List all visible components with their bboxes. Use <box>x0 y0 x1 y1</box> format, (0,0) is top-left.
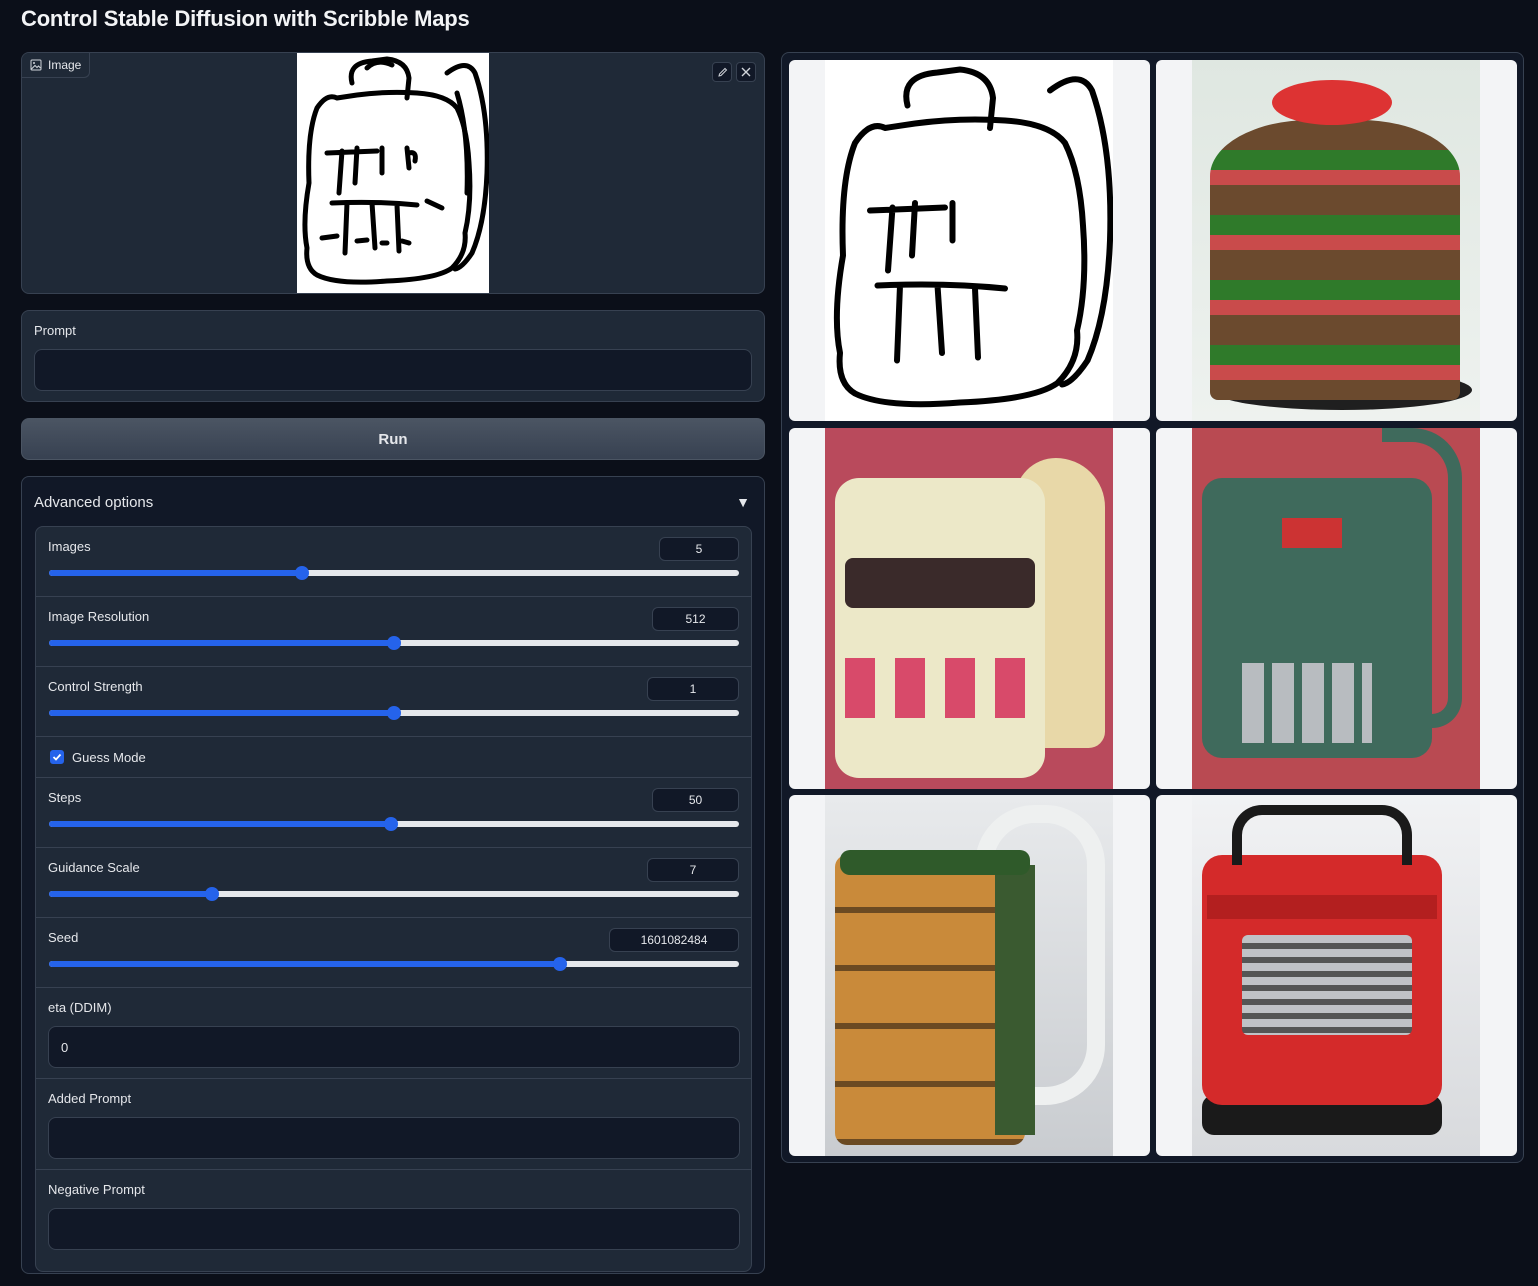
resolution-slider-fill <box>49 640 394 646</box>
scribble-drawing <box>302 56 490 285</box>
resolution-label: Image Resolution <box>48 609 150 624</box>
edit-image-button[interactable] <box>712 62 732 82</box>
strength-label: Control Strength <box>48 679 143 694</box>
seed-slider[interactable] <box>49 957 739 971</box>
eta-row: eta (DDIM) <box>36 988 751 1079</box>
x-icon <box>741 67 751 77</box>
steps-slider[interactable] <box>49 817 739 831</box>
advanced-options-header[interactable]: Advanced options ▼ <box>34 491 750 513</box>
resolution-slider-thumb[interactable] <box>387 636 401 650</box>
image-icon <box>30 59 42 71</box>
scribble-image[interactable] <box>297 53 490 293</box>
guidance-number-input[interactable]: 7 <box>647 858 739 882</box>
gallery-item[interactable] <box>789 795 1150 1156</box>
eta-input[interactable] <box>48 1026 740 1068</box>
seed-slider-thumb[interactable] <box>553 957 568 971</box>
resolution-slider[interactable] <box>49 636 739 650</box>
gallery-image-red-truck <box>1192 795 1480 1156</box>
page-title: Control Stable Diffusion with Scribble M… <box>21 6 470 31</box>
steps-number-input[interactable]: 50 <box>652 788 739 812</box>
strength-slider-fill <box>49 710 394 716</box>
seed-slider-fill <box>49 961 561 967</box>
gallery-item[interactable] <box>789 428 1150 789</box>
clear-image-button[interactable] <box>736 62 756 82</box>
gallery-item[interactable] <box>1156 60 1517 421</box>
strength-row: Control Strength 1 <box>36 667 751 737</box>
gallery-image-cake <box>1192 60 1480 421</box>
run-button[interactable]: Run <box>21 418 765 460</box>
added-prompt-label: Added Prompt <box>48 1091 132 1106</box>
strength-slider[interactable] <box>49 706 739 720</box>
guess-mode-row: Guess Mode <box>36 737 751 778</box>
images-number-input[interactable]: 5 <box>659 537 739 561</box>
added-prompt-row: Added Prompt <box>36 1079 751 1170</box>
gallery-image-cream-backpack <box>825 428 1113 789</box>
guidance-slider[interactable] <box>49 887 739 901</box>
seed-number-input[interactable]: 1601082484 <box>609 928 739 952</box>
prompt-panel: Prompt <box>21 310 765 402</box>
pencil-icon <box>717 67 727 77</box>
steps-row: Steps 50 <box>36 778 751 848</box>
advanced-options-panel: Advanced options ▼ Images 5 Image Resolu… <box>21 476 765 1274</box>
prompt-input[interactable] <box>34 349 752 391</box>
prompt-label: Prompt <box>34 323 76 338</box>
images-slider-fill <box>49 570 303 576</box>
images-slider-thumb[interactable] <box>295 566 310 580</box>
eta-label: eta (DDIM) <box>48 1000 112 1015</box>
resolution-row: Image Resolution 512 <box>36 597 751 667</box>
gallery-image-scribble <box>825 60 1114 421</box>
output-gallery <box>781 52 1524 1163</box>
images-slider[interactable] <box>49 566 739 580</box>
steps-label: Steps <box>48 790 82 805</box>
negative-prompt-input[interactable] <box>48 1208 740 1250</box>
added-prompt-input[interactable] <box>48 1117 740 1159</box>
guidance-slider-fill <box>49 891 212 897</box>
negative-prompt-label: Negative Prompt <box>48 1182 145 1197</box>
seed-label: Seed <box>48 930 79 945</box>
strength-slider-thumb[interactable] <box>387 706 401 720</box>
resolution-number-input[interactable]: 512 <box>652 607 739 631</box>
guidance-slider-thumb[interactable] <box>204 887 219 901</box>
guidance-label: Guidance Scale <box>48 860 140 875</box>
check-icon <box>52 753 62 761</box>
advanced-options-title: Advanced options <box>34 493 154 511</box>
image-label-tag: Image <box>22 53 91 78</box>
gallery-item[interactable] <box>1156 795 1517 1156</box>
gallery-image-bread-backpack <box>825 795 1113 1156</box>
strength-number-input[interactable]: 1 <box>647 677 739 701</box>
collapse-triangle-icon[interactable]: ▼ <box>736 494 750 510</box>
steps-slider-thumb[interactable] <box>383 817 398 831</box>
images-label: Images <box>48 539 91 554</box>
guess-mode-checkbox[interactable] <box>50 750 64 764</box>
negative-prompt-row: Negative Prompt <box>36 1170 751 1271</box>
gallery-item[interactable] <box>789 60 1150 421</box>
guess-mode-label: Guess Mode <box>72 750 146 765</box>
guidance-row: Guidance Scale 7 <box>36 848 751 918</box>
image-input-panel[interactable]: Image <box>21 52 765 294</box>
seed-row: Seed 1601082484 <box>36 918 751 988</box>
gallery-item[interactable] <box>1156 428 1517 789</box>
gallery-image-green-machine <box>1192 428 1480 789</box>
steps-slider-fill <box>49 821 391 827</box>
images-row: Images 5 <box>36 527 751 597</box>
advanced-options-body: Images 5 Image Resolution 512 Control St… <box>35 526 752 1272</box>
image-label: Image <box>48 58 82 72</box>
